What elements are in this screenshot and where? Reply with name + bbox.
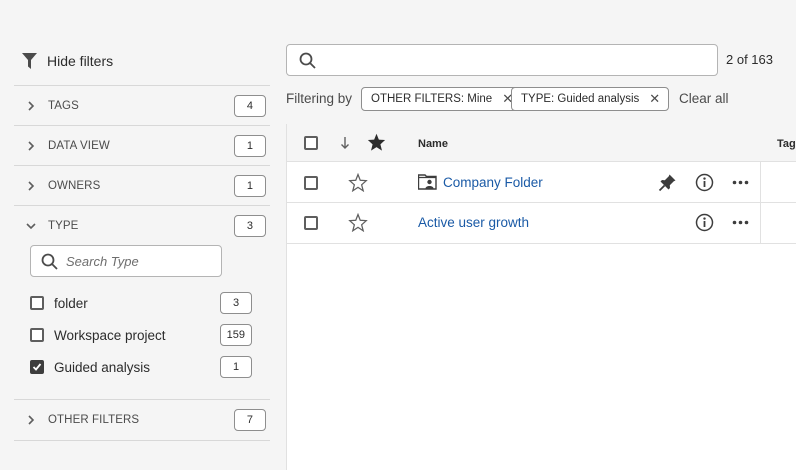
filter-chip-type: TYPE: Guided analysis ✕ bbox=[511, 87, 670, 111]
column-header-name[interactable]: Name bbox=[418, 138, 448, 150]
search-icon bbox=[299, 52, 316, 69]
facet-owners: OWNERS 1 bbox=[14, 165, 270, 206]
result-count: 2 of 163 bbox=[726, 52, 773, 67]
facet-toggle-other-filters[interactable]: OTHER FILTERS 7 bbox=[14, 400, 270, 440]
star-outline-icon[interactable] bbox=[348, 173, 368, 192]
clear-all-button[interactable]: Clear all bbox=[679, 91, 729, 106]
type-search-input[interactable] bbox=[66, 253, 206, 269]
option-label: Guided analysis bbox=[54, 359, 151, 375]
chevron-down-icon bbox=[26, 223, 36, 230]
chevron-right-icon bbox=[28, 181, 35, 191]
shared-folder-icon bbox=[418, 174, 437, 190]
main-search-input[interactable] bbox=[326, 52, 706, 68]
facet-toggle-type[interactable]: TYPE 3 bbox=[14, 206, 270, 246]
facet-label: OTHER FILTERS bbox=[48, 414, 140, 426]
option-count-badge: 159 bbox=[219, 324, 252, 346]
chevron-right-icon bbox=[28, 415, 35, 425]
facet-count-badge: 4 bbox=[234, 95, 266, 117]
row-name-link[interactable]: Active user growth bbox=[418, 215, 529, 230]
select-all-checkbox[interactable] bbox=[304, 136, 318, 150]
results-table: Name Tags Company Folder bbox=[286, 124, 796, 470]
checkbox[interactable] bbox=[30, 296, 44, 310]
info-icon[interactable] bbox=[695, 173, 714, 192]
facet-count-badge: 3 bbox=[234, 215, 266, 237]
facet-count-badge: 7 bbox=[234, 409, 266, 431]
option-count-badge: 3 bbox=[220, 292, 252, 314]
facet-toggle-tags[interactable]: TAGS 4 bbox=[14, 86, 270, 126]
row-checkbox[interactable] bbox=[304, 216, 318, 230]
column-header-tags[interactable]: Tags bbox=[777, 138, 796, 150]
facet-type: TYPE 3 bbox=[14, 205, 270, 246]
type-search-field[interactable] bbox=[30, 245, 222, 277]
column-divider bbox=[760, 203, 761, 244]
facet-other-filters: OTHER FILTERS 7 bbox=[14, 399, 270, 441]
type-option-guided-analysis[interactable]: Guided analysis 1 bbox=[30, 355, 252, 379]
search-icon bbox=[41, 253, 58, 270]
info-icon[interactable] bbox=[695, 213, 714, 232]
facet-toggle-owners[interactable]: OWNERS 1 bbox=[14, 166, 270, 206]
filter-icon bbox=[22, 53, 37, 69]
chip-label: OTHER FILTERS: Mine bbox=[371, 93, 493, 105]
row-name-link[interactable]: Company Folder bbox=[443, 175, 543, 190]
type-option-workspace-project[interactable]: Workspace project 159 bbox=[30, 323, 252, 347]
chevron-right-icon bbox=[28, 101, 35, 111]
facet-label: TAGS bbox=[48, 100, 79, 112]
star-outline-icon[interactable] bbox=[348, 213, 368, 232]
facet-tags: TAGS 4 bbox=[14, 85, 270, 126]
row-checkbox[interactable] bbox=[304, 176, 318, 190]
facet-count-badge: 1 bbox=[234, 135, 266, 157]
checkbox[interactable] bbox=[30, 328, 44, 342]
chevron-right-icon bbox=[28, 141, 35, 151]
more-options-icon[interactable] bbox=[732, 180, 749, 185]
facet-label: OWNERS bbox=[48, 180, 101, 192]
table-row[interactable]: Active user growth bbox=[287, 203, 796, 244]
star-filled-icon[interactable] bbox=[367, 133, 386, 151]
option-label: folder bbox=[54, 295, 88, 311]
hide-filters-button[interactable]: Hide filters bbox=[22, 50, 113, 72]
table-row[interactable]: Company Folder bbox=[287, 162, 796, 203]
pin-icon[interactable] bbox=[658, 173, 677, 192]
facet-label: DATA VIEW bbox=[48, 140, 110, 152]
filter-chip-other-filters: OTHER FILTERS: Mine ✕ bbox=[361, 87, 523, 111]
divider bbox=[760, 124, 761, 162]
column-divider bbox=[760, 162, 761, 203]
filtering-by-label: Filtering by bbox=[286, 91, 353, 106]
option-count-badge: 1 bbox=[220, 356, 252, 378]
option-label: Workspace project bbox=[54, 327, 166, 343]
checkmark-icon bbox=[32, 363, 42, 371]
facet-toggle-data-view[interactable]: DATA VIEW 1 bbox=[14, 126, 270, 166]
sort-arrow-down-icon[interactable] bbox=[340, 136, 350, 150]
close-icon[interactable]: ✕ bbox=[649, 91, 660, 107]
hide-filters-label: Hide filters bbox=[47, 53, 114, 69]
table-header: Name Tags bbox=[287, 124, 796, 162]
checkbox-checked[interactable] bbox=[30, 360, 44, 374]
facet-count-badge: 1 bbox=[234, 175, 266, 197]
more-options-icon[interactable] bbox=[732, 220, 749, 225]
facet-label: TYPE bbox=[48, 220, 79, 232]
main-search-field[interactable] bbox=[286, 44, 718, 76]
type-option-folder[interactable]: folder 3 bbox=[30, 291, 252, 315]
facet-data-view: DATA VIEW 1 bbox=[14, 125, 270, 166]
chip-label: TYPE: Guided analysis bbox=[521, 93, 640, 105]
